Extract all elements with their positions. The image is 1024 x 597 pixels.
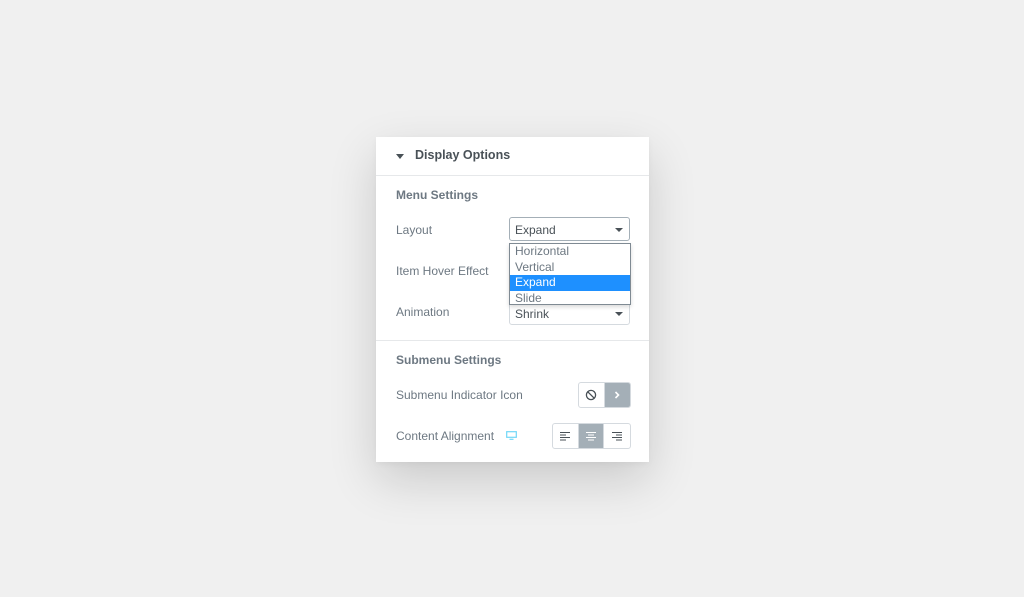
divider — [376, 340, 649, 341]
caret-down-icon — [615, 228, 623, 232]
align-center-button[interactable] — [578, 424, 605, 448]
submenu-indicator-choices — [578, 382, 631, 408]
chevron-indicator-button[interactable] — [604, 383, 630, 407]
layout-option-slide[interactable]: Slide — [510, 291, 630, 307]
section-title: Display Options — [415, 148, 511, 162]
menu-settings-heading: Menu Settings — [396, 188, 479, 202]
ban-icon — [586, 389, 597, 401]
align-right-button[interactable] — [604, 424, 630, 448]
animation-label: Animation — [396, 305, 450, 319]
submenu-settings-heading: Submenu Settings — [396, 353, 502, 367]
caret-down-icon — [615, 312, 623, 316]
layout-select-value: Expand — [515, 223, 556, 237]
chevron-right-icon — [615, 391, 620, 399]
caret-down-icon — [396, 154, 404, 159]
display-options-panel: Display Options Menu Settings Layout Exp… — [376, 137, 649, 462]
no-indicator-button[interactable] — [579, 383, 605, 407]
animation-select-value: Shrink — [515, 307, 550, 321]
item-hover-effect-label: Item Hover Effect — [396, 264, 489, 278]
section-header-display-options[interactable]: Display Options — [376, 137, 649, 176]
layout-option-horizontal[interactable]: Horizontal — [510, 244, 630, 260]
layout-dropdown[interactable]: Horizontal Vertical Expand Slide — [509, 243, 631, 305]
content-alignment-choices — [552, 423, 631, 449]
submenu-indicator-label: Submenu Indicator Icon — [396, 388, 523, 402]
desktop-icon[interactable] — [506, 431, 517, 440]
align-right-icon — [612, 432, 623, 441]
layout-label: Layout — [396, 223, 433, 237]
align-left-icon — [560, 432, 571, 441]
layout-option-expand[interactable]: Expand — [510, 275, 630, 291]
content-alignment-label: Content Alignment — [396, 429, 495, 443]
align-center-icon — [586, 432, 596, 441]
align-left-button[interactable] — [553, 424, 579, 448]
layout-option-vertical[interactable]: Vertical — [510, 260, 630, 276]
layout-select[interactable]: Expand — [509, 217, 630, 241]
